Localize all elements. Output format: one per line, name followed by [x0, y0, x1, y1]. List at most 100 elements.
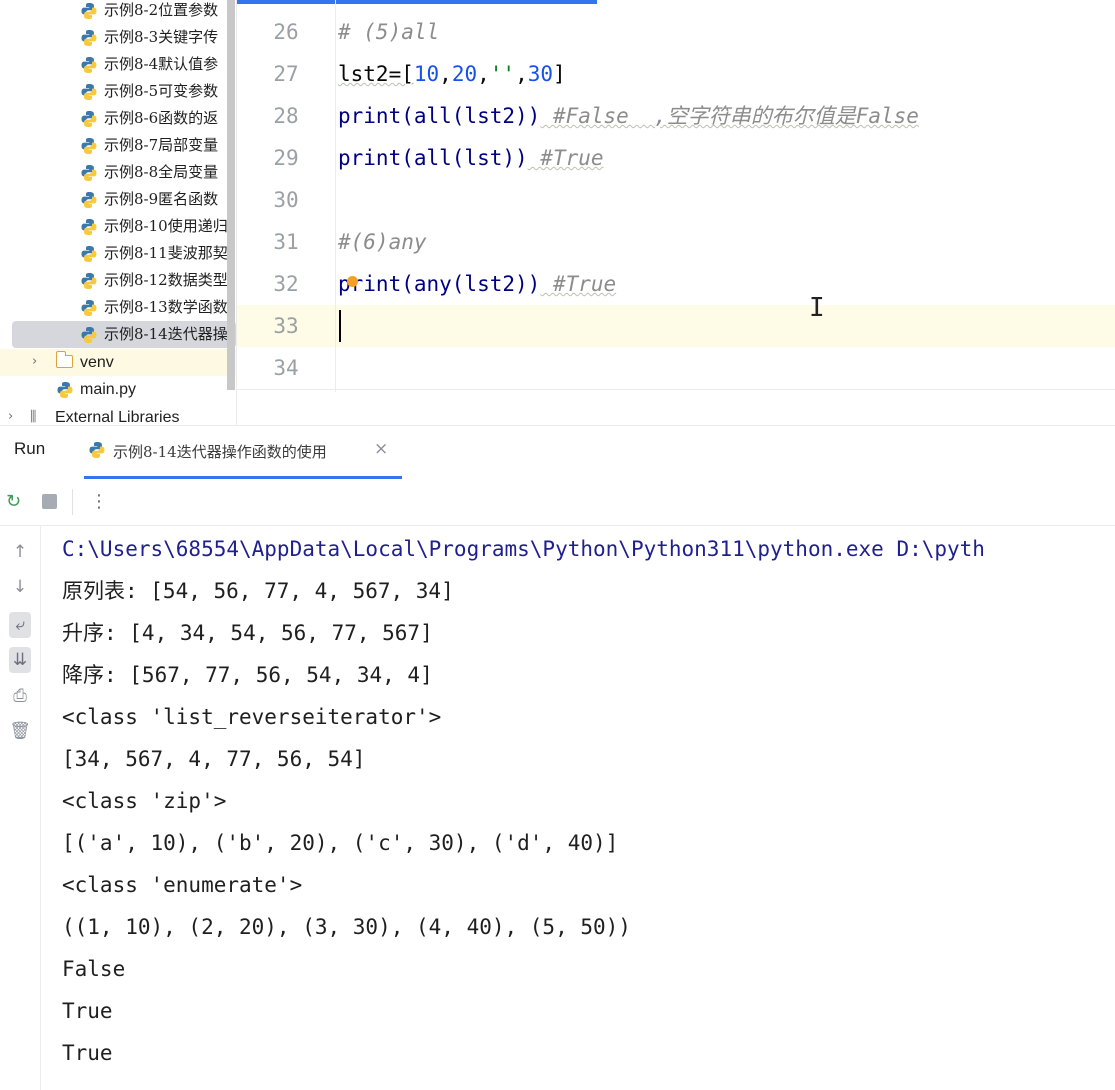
console-line: C:\Users\68554\AppData\Local\Programs\Py… [62, 537, 985, 561]
soft-wrap-icon[interactable]: ⤶ [9, 612, 31, 638]
line-number: 32 [273, 272, 299, 296]
arrow-up-icon[interactable]: ↑ [9, 542, 31, 562]
tree-item[interactable]: 示例8-11斐波那契 [0, 240, 236, 267]
library-icon: ⫼ [30, 409, 37, 425]
tree-item-label: 示例8-3关键字传 [104, 28, 219, 46]
code-token: , [477, 62, 490, 86]
code-token: ] [553, 62, 566, 86]
chevron-right-icon[interactable]: › [8, 409, 13, 424]
folder-icon [55, 351, 73, 368]
python-file-icon [80, 299, 98, 321]
current-line-highlight [237, 305, 1115, 347]
line-number: 27 [273, 62, 299, 86]
code-call: print(any(lst2)) [338, 272, 541, 296]
tree-item-selected[interactable]: 示例8-14迭代器操 [12, 321, 236, 348]
editor-bottom-border [237, 389, 1115, 390]
tree-item-label: 示例8-5可变参数 [104, 82, 219, 100]
console-line: <class 'zip'> [62, 789, 227, 813]
tree-item[interactable]: 示例8-12数据类型 [0, 267, 236, 294]
tree-item[interactable]: 示例8-3关键字传 [0, 24, 236, 51]
code-call: print(all(lst2)) [338, 104, 541, 128]
code-line-27: lst2=[10,20,'',30] [338, 53, 566, 95]
code-comment: #False ,空字符串的布尔值是False [540, 104, 919, 128]
console-line: ((1, 10), (2, 20), (3, 30), (4, 40), (5,… [62, 915, 631, 939]
console-line: 原列表: [54, 56, 77, 4, 567, 34] [62, 579, 454, 603]
tree-item-label: 示例8-11斐波那契 [104, 244, 228, 262]
console-line: <class 'list_reverseiterator'> [62, 705, 442, 729]
console-line: <class 'enumerate'> [62, 873, 303, 897]
tree-external-libraries[interactable]: › ⫼ External Libraries [0, 404, 236, 425]
tree-item-label: 示例8-14迭代器操 [104, 325, 228, 343]
run-tool-window: Run 示例8-14迭代器操作函数的使用 × ↻ ⋮ ↑ ↓ ⤶ ⇊ ⎙ 🗑 C… [0, 425, 1115, 1090]
code-line-28: print(all(lst2)) #False ,空字符串的布尔值是False [338, 95, 919, 137]
code-comment: #True [527, 146, 604, 170]
tree-item-label: 示例8-9匿名函数 [104, 190, 219, 208]
tree-item[interactable]: 示例8-9匿名函数 [0, 186, 236, 213]
python-file-icon [80, 191, 98, 213]
tree-item-label: 示例8-10使用递归 [104, 217, 228, 235]
stop-icon[interactable] [42, 494, 57, 509]
print-icon[interactable]: ⎙ [9, 686, 31, 706]
code-line-29: print(all(lst)) #True [338, 137, 604, 179]
rerun-icon[interactable]: ↻ [6, 491, 21, 512]
gutter-separator [335, 0, 336, 392]
close-icon[interactable]: × [374, 439, 388, 459]
code-token: lst2=[ [338, 62, 414, 86]
tree-item-label: main.py [80, 381, 137, 398]
console-line: 降序: [567, 77, 56, 54, 34, 4] [62, 663, 433, 687]
code-line-32: print(any(lst2)) #True [338, 263, 616, 305]
python-file-icon [80, 218, 98, 240]
tree-item-label: 示例8-7局部变量 [104, 136, 219, 154]
tree-item[interactable]: 示例8-10使用递归 [0, 213, 236, 240]
code-call: print(all(lst)) [338, 146, 528, 170]
chevron-right-icon[interactable]: › [32, 354, 37, 369]
python-file-icon [88, 441, 106, 463]
tree-item-label: 示例8-4默认值参 [104, 55, 219, 73]
run-tool-title[interactable]: Run [14, 439, 45, 459]
ibeam-cursor-icon: I [809, 293, 825, 323]
editor-tab-indicator [237, 0, 597, 4]
tree-item[interactable]: 示例8-7局部变量 [0, 132, 236, 159]
run-config-tab[interactable]: 示例8-14迭代器操作函数的使用 × [84, 425, 402, 479]
tree-item-label: External Libraries [55, 409, 180, 425]
console-line: 升序: [4, 34, 54, 56, 77, 567] [62, 621, 433, 645]
intention-bulb-icon[interactable] [347, 276, 358, 287]
run-toolbar: ↻ ⋮ [0, 479, 1115, 526]
tree-folder-venv[interactable]: › venv [0, 349, 236, 376]
code-token: , [439, 62, 452, 86]
tree-item[interactable]: 示例8-8全局变量 [0, 159, 236, 186]
tree-scrollbar[interactable] [227, 0, 235, 390]
tree-item[interactable]: 示例8-5可变参数 [0, 78, 236, 105]
python-file-icon [80, 137, 98, 159]
console-side-toolbar: ↑ ↓ ⤶ ⇊ ⎙ 🗑 [0, 526, 41, 1090]
console-line: [('a', 10), ('b', 20), ('c', 30), ('d', … [62, 831, 619, 855]
code-line-31: #(6)any [338, 221, 427, 263]
arrow-down-icon[interactable]: ↓ [9, 577, 31, 597]
more-options-icon[interactable]: ⋮ [90, 491, 108, 512]
python-file-icon [80, 164, 98, 186]
scroll-to-end-icon[interactable]: ⇊ [9, 647, 31, 673]
code-comment: # (5)all [338, 20, 440, 44]
trash-icon[interactable]: 🗑 [9, 721, 31, 741]
tree-item-label: 示例8-8全局变量 [104, 163, 219, 181]
project-tree: 示例8-2位置参数 示例8-3关键字传 示例8-4默认值参 示例8-5可变参数 … [0, 0, 236, 425]
tree-item[interactable]: 示例8-4默认值参 [0, 51, 236, 78]
code-number: 10 [413, 62, 440, 86]
tree-item[interactable]: 示例8-13数学函数 [0, 294, 236, 321]
line-number: 31 [273, 230, 299, 254]
python-file-icon [80, 272, 98, 294]
code-editor[interactable]: 26 27 28 29 30 31 32 33 34 # (5)all lst2… [237, 0, 1115, 392]
code-token: , [515, 62, 528, 86]
python-file-icon [80, 245, 98, 267]
console-line: True [62, 1041, 113, 1065]
line-number: 30 [273, 188, 299, 212]
tree-item-label: 示例8-2位置参数 [104, 1, 219, 19]
code-comment: #True [540, 272, 617, 296]
tree-item[interactable]: 示例8-6函数的返 [0, 105, 236, 132]
python-file-icon [80, 326, 98, 348]
line-number: 29 [273, 146, 299, 170]
code-line-26: # (5)all [338, 11, 439, 53]
tree-item[interactable]: 示例8-2位置参数 [0, 0, 236, 24]
tree-item-main[interactable]: main.py [0, 376, 236, 403]
code-comment: #(6)any [338, 230, 427, 254]
